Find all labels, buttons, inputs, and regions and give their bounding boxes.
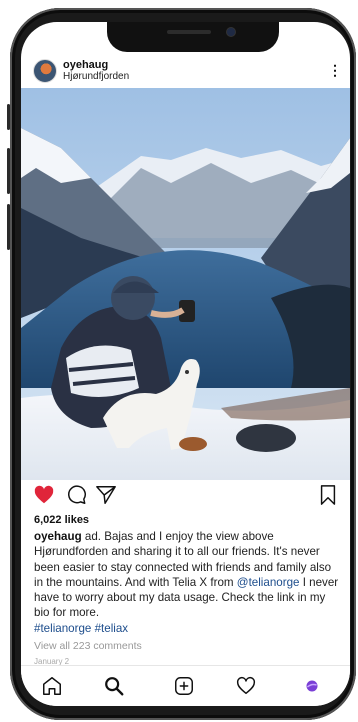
bookmark-icon[interactable] <box>317 484 339 506</box>
profile-icon[interactable] <box>301 675 323 697</box>
activity-icon[interactable] <box>235 675 257 697</box>
bottom-tab-bar <box>21 665 350 706</box>
post-actions <box>21 484 350 510</box>
search-icon[interactable] <box>103 675 125 697</box>
notch <box>107 22 279 52</box>
phone-screen: oyehaug Hjørundfjorden ⋮ 6,022 likes oye… <box>21 22 350 706</box>
post-username[interactable]: oyehaug <box>63 59 108 71</box>
likes-count[interactable]: 6,022 likes <box>34 514 89 526</box>
speaker-grille <box>167 30 211 34</box>
front-camera <box>227 28 235 36</box>
volume-up-button <box>7 148 10 194</box>
post-photo[interactable] <box>21 88 350 480</box>
caption-mention[interactable]: @telianorge <box>237 576 300 589</box>
volume-down-button <box>7 204 10 250</box>
heart-filled-icon[interactable] <box>33 484 55 506</box>
fjord-photo-illustration <box>21 88 350 480</box>
avatar[interactable] <box>33 59 57 83</box>
home-icon[interactable] <box>41 675 63 697</box>
share-icon[interactable] <box>95 484 117 506</box>
comment-icon[interactable] <box>65 484 87 506</box>
post-header: oyehaug Hjørundfjorden ⋮ <box>21 56 350 92</box>
post-location[interactable]: Hjørundfjorden <box>63 71 129 82</box>
mute-switch <box>7 104 10 130</box>
caption-hashtags[interactable]: #telianorge #teliax <box>34 622 128 635</box>
caption-author[interactable]: oyehaug <box>34 530 82 543</box>
new-post-icon[interactable] <box>173 675 195 697</box>
post-caption: oyehaug ad. Bajas and I enjoy the view a… <box>34 529 340 636</box>
view-comments-link[interactable]: View all 223 comments <box>34 640 142 652</box>
more-options-icon[interactable]: ⋮ <box>328 60 342 80</box>
